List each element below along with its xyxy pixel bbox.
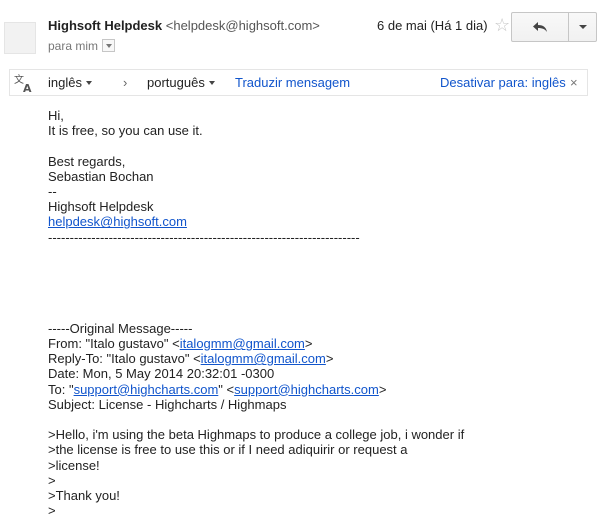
quote-line: >Thank you! xyxy=(48,487,120,503)
sender-avatar xyxy=(4,22,36,54)
disable-translation-link[interactable]: Desativar para: inglês xyxy=(440,70,566,95)
arrow-icon: › xyxy=(123,75,128,90)
body-line: Hi, xyxy=(48,108,64,123)
caret-down-icon xyxy=(208,81,215,85)
reply-button[interactable] xyxy=(512,13,569,41)
from-line: From: "Italo gustavo" <italogmm@gmail.co… xyxy=(48,336,598,351)
recipient-label: para mim xyxy=(48,39,99,53)
quote-line: > xyxy=(48,503,56,518)
translate-message-link[interactable]: Traduzir mensagem xyxy=(235,70,350,95)
reply-to-suffix: > xyxy=(325,351,334,367)
signature-email-line: helpdesk@highsoft.com xyxy=(48,214,598,229)
sender-email: <helpdesk@highsoft.com> xyxy=(165,18,320,33)
body-line: It is free, so you can use it. xyxy=(48,123,203,139)
recipient-line: para mim xyxy=(48,38,116,54)
from-prefix: From: "Italo gustavo" < xyxy=(48,335,180,351)
reply-icon xyxy=(533,22,547,32)
from-email-link[interactable]: italogmm@gmail.com xyxy=(180,336,305,351)
quote-line: >the license is free to use this or if I… xyxy=(48,442,408,458)
signature-name: Sebastian Bochan xyxy=(48,168,154,184)
show-details-dropdown[interactable] xyxy=(102,39,116,52)
signature-company: Highsoft Helpdesk xyxy=(48,199,154,215)
source-language-dropdown[interactable]: inglês xyxy=(48,70,92,95)
sender-line: Highsoft Helpdesk <helpdesk@highsoft.com… xyxy=(48,17,320,35)
to-name-email-link[interactable]: support@highcharts.com xyxy=(74,382,219,397)
signature-separator: -- xyxy=(48,184,57,199)
from-suffix: > xyxy=(304,335,313,351)
reply-to-prefix: Reply-To: "Italo gustavo" < xyxy=(48,351,201,367)
star-icon[interactable]: ☆ xyxy=(494,15,510,35)
message-date: 6 de mai (Há 1 dia) xyxy=(377,18,488,33)
quote-line: >license! xyxy=(48,457,100,473)
subject-line: Subject: License - Highcharts / Highmaps xyxy=(48,396,287,412)
svg-text:A: A xyxy=(23,82,32,94)
source-language-label: inglês xyxy=(48,75,82,90)
body-line: Best regards, xyxy=(48,153,126,169)
signature-email-link[interactable]: helpdesk@highsoft.com xyxy=(48,214,187,229)
chevron-down-icon xyxy=(578,25,587,29)
reply-button-group xyxy=(511,12,597,42)
to-suffix: > xyxy=(378,381,387,397)
quote-line: > xyxy=(48,472,56,488)
more-actions-button[interactable] xyxy=(569,13,596,41)
quote-line: >Hello, i'm using the beta Highmaps to p… xyxy=(48,427,465,443)
sender-name[interactable]: Highsoft Helpdesk xyxy=(48,18,162,33)
dashed-rule: ----------------------------------------… xyxy=(48,229,360,245)
to-prefix: To: " xyxy=(48,381,74,397)
message-body: Hi, It is free, so you can use it. Best … xyxy=(48,108,598,518)
to-email-link[interactable]: support@highcharts.com xyxy=(234,382,379,397)
original-message-header: -----Original Message----- xyxy=(48,320,193,336)
translate-bar: 文 A inglês › português Traduzir mensagem… xyxy=(9,69,588,96)
reply-to-email-link[interactable]: italogmm@gmail.com xyxy=(201,351,326,366)
close-icon[interactable]: × xyxy=(570,70,578,95)
date-line: Date: Mon, 5 May 2014 20:32:01 -0300 xyxy=(48,366,275,382)
caret-down-icon xyxy=(85,81,92,85)
target-language-label: português xyxy=(147,75,205,90)
target-language-dropdown[interactable]: português xyxy=(147,70,215,95)
translate-icon: 文 A xyxy=(14,73,32,94)
to-line: To: "support@highcharts.com" <support@hi… xyxy=(48,382,598,397)
to-middle: " < xyxy=(218,381,235,397)
reply-to-line: Reply-To: "Italo gustavo" <italogmm@gmai… xyxy=(48,351,598,366)
